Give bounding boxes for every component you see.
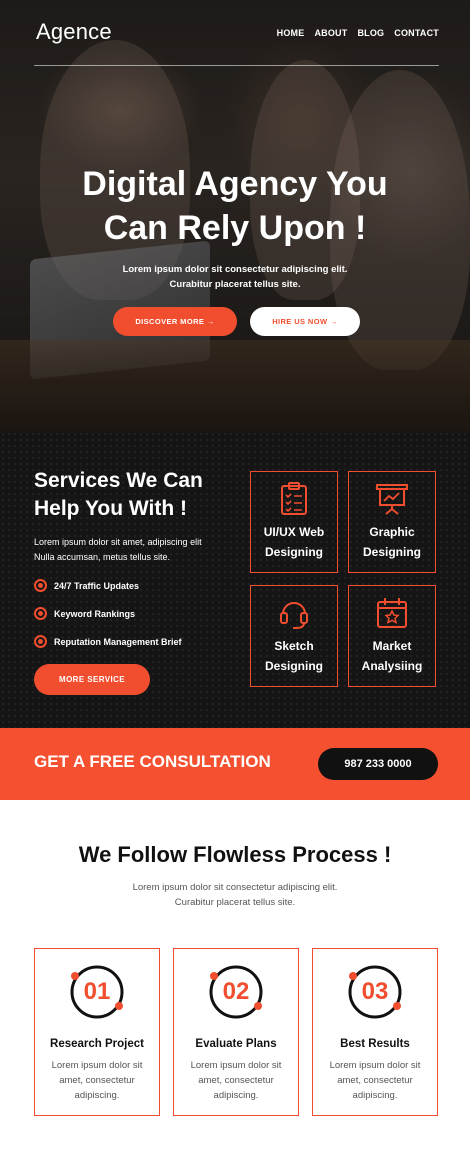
step-title: Evaluate Plans [195, 1038, 277, 1050]
service-card-uiux[interactable]: UI/UX Web Designing [250, 471, 338, 573]
services-title-line2: Help You With ! [34, 497, 188, 520]
process-subtitle: Lorem ipsum dolor sit consectetur adipis… [0, 880, 470, 910]
nav-blog[interactable]: BLOG [357, 28, 384, 38]
services-description: Lorem ipsum dolor sit amet, adipiscing e… [34, 535, 244, 565]
services-section: Services We Can Help You With ! Lorem ip… [0, 431, 470, 728]
step-number-badge: 01 [69, 964, 125, 1020]
service-card-line1: UI/UX Web [263, 525, 325, 539]
phone-button[interactable]: 987 233 0000 [318, 748, 438, 780]
service-card-line2: Designing [264, 659, 323, 673]
hero-title-line2: Can Rely Upon ! [103, 209, 367, 247]
consultation-title: GET A FREE CONSULTATION [34, 752, 271, 771]
step-description: Lorem ipsum dolor sit amet, consectetur … [329, 1060, 421, 1101]
bullet-dot-icon [34, 635, 47, 648]
checklist-icon [281, 482, 307, 515]
hero-section: Agence HOME ABOUT BLOG CONTACT Digital A… [0, 0, 470, 431]
bullet-dot-icon [34, 579, 47, 592]
feature-item: Reputation Management Brief [34, 635, 182, 648]
feature-item: 24/7 Traffic Updates [34, 579, 139, 592]
feature-item: Keyword Rankings [34, 607, 135, 620]
process-step-card: 01 Research Project Lorem ipsum dolor si… [34, 948, 160, 1116]
hero-title-line1: Digital Agency You [82, 165, 388, 203]
service-card-line1: Sketch [274, 639, 314, 653]
service-card-graphic[interactable]: Graphic Designing [348, 471, 436, 573]
service-card-line2: Analysiing [361, 659, 423, 673]
hero-subtitle-line2: Curabitur placerat tellus site. [169, 279, 301, 290]
feature-label: Reputation Management Brief [54, 636, 182, 647]
calendar-star-icon [377, 598, 407, 628]
nav-contact[interactable]: CONTACT [394, 28, 439, 38]
hire-us-button[interactable]: HIRE US NOW → [250, 307, 360, 336]
service-card-sketch[interactable]: Sketch Designing [250, 585, 338, 687]
process-subtitle-line2: Curabitur placerat tellus site. [174, 897, 296, 908]
step-number-badge: 03 [347, 964, 403, 1020]
feature-label: 24/7 Traffic Updates [54, 580, 140, 591]
service-card-line2: Designing [362, 545, 421, 559]
service-card-line1: Graphic [369, 525, 415, 539]
service-card-label: Sketch Designing [265, 636, 323, 676]
services-title: Services We Can Help You With ! [34, 467, 244, 523]
step-description: Lorem ipsum dolor sit amet, consectetur … [51, 1060, 143, 1101]
step-number-badge: 02 [208, 964, 264, 1020]
service-card-label: Graphic Designing [363, 522, 421, 562]
process-section: We Follow Flowless Process ! Lorem ipsum… [0, 800, 470, 1153]
discover-more-button[interactable]: DISCOVER MORE → [113, 307, 237, 336]
step-title: Best Results [340, 1038, 410, 1050]
headset-icon [280, 602, 308, 629]
hero-title: Digital Agency You Can Rely Upon ! [0, 162, 470, 250]
process-subtitle-line1: Lorem ipsum dolor sit consectetur adipis… [132, 882, 338, 893]
feature-label: Keyword Rankings [54, 608, 136, 619]
services-desc-line2: Nulla accumsan, metus tellus site. [34, 552, 171, 562]
process-title: We Follow Flowless Process ! [78, 842, 392, 867]
services-title-line1: Services We Can [34, 469, 203, 492]
nav-home[interactable]: HOME [277, 28, 305, 38]
step-number: 02 [222, 978, 250, 1005]
top-navbar: Agence HOME ABOUT BLOG CONTACT [34, 14, 439, 66]
more-service-button[interactable]: MORE SERVICE [34, 664, 150, 695]
presentation-icon [376, 484, 408, 515]
nav-about[interactable]: ABOUT [314, 28, 347, 38]
process-step-card: 03 Best Results Lorem ipsum dolor sit am… [312, 948, 438, 1116]
service-card-market[interactable]: Market Analysiing [348, 585, 436, 687]
hero-subtitle-line1: Lorem ipsum dolor sit consectetur adipis… [122, 264, 348, 275]
service-card-line1: Market [372, 639, 412, 653]
process-step-card: 02 Evaluate Plans Lorem ipsum dolor sit … [173, 948, 299, 1116]
main-nav: HOME ABOUT BLOG CONTACT [277, 28, 439, 38]
service-card-label: Market Analysiing [362, 636, 423, 676]
service-card-label: UI/UX Web Designing [264, 522, 324, 562]
step-number: 03 [361, 978, 389, 1005]
step-description: Lorem ipsum dolor sit amet, consectetur … [190, 1060, 282, 1101]
hero-subtitle: Lorem ipsum dolor sit consectetur adipis… [0, 262, 470, 292]
service-card-line2: Designing [264, 545, 323, 559]
consultation-banner: GET A FREE CONSULTATION 987 233 0000 [0, 728, 470, 800]
step-title: Research Project [50, 1038, 144, 1050]
services-desc-line1: Lorem ipsum dolor sit amet, adipiscing e… [34, 537, 202, 547]
site-logo[interactable]: Agence [36, 19, 112, 45]
bullet-dot-icon [34, 607, 47, 620]
step-number: 01 [83, 978, 111, 1005]
